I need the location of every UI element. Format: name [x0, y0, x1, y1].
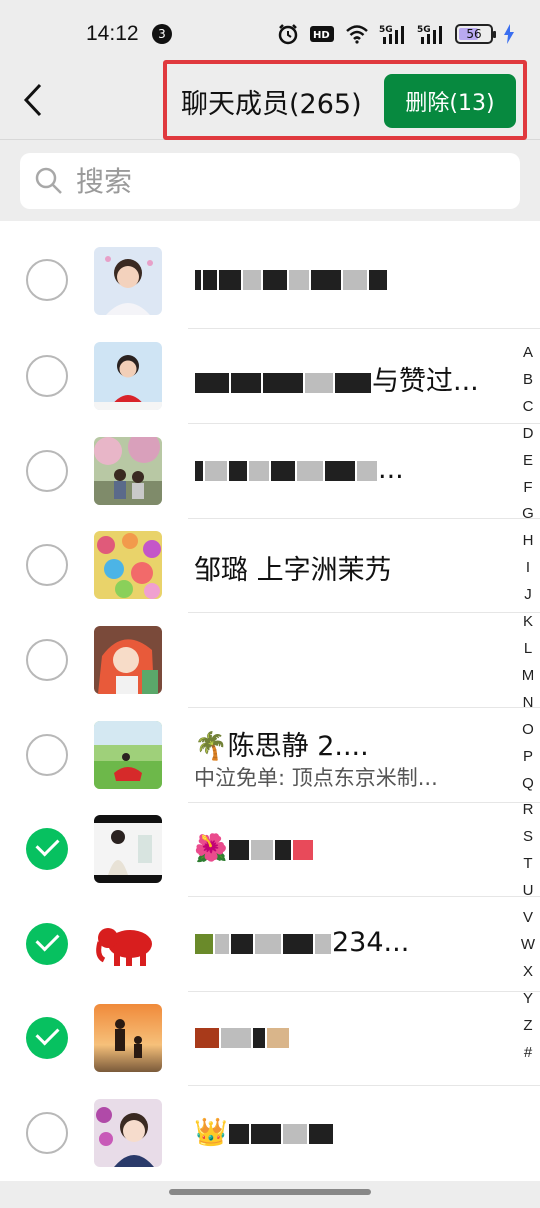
index-letter[interactable]: V — [523, 905, 533, 932]
select-checkbox[interactable] — [26, 544, 68, 586]
member-name: 与赞过... — [194, 359, 504, 398]
member-name: ... — [194, 454, 504, 485]
crown-emoji: 👑 — [194, 1117, 228, 1148]
member-name: 🌴陈思静 2.... — [194, 731, 369, 762]
svg-text:5G: 5G — [379, 25, 393, 35]
back-button[interactable] — [20, 82, 50, 118]
svg-text:HD: HD — [313, 30, 330, 41]
member-name: 邹璐 上字洲茉艿 — [194, 555, 392, 586]
avatar — [94, 815, 162, 883]
wifi-icon — [346, 25, 368, 44]
status-bar: 14:12 3 HD 5G 5G 56 — [0, 0, 540, 60]
member-name: 👑 — [194, 1116, 504, 1148]
member-name — [194, 263, 504, 294]
avatar — [94, 437, 162, 505]
index-letter[interactable]: C — [523, 394, 534, 421]
battery-icon: 56 — [455, 24, 496, 44]
index-letter[interactable]: S — [523, 824, 533, 851]
index-letter[interactable]: B — [523, 367, 533, 394]
navigation-bar — [0, 1181, 540, 1208]
select-checkbox[interactable] — [26, 639, 68, 681]
index-letter[interactable]: M — [522, 663, 535, 690]
index-letter[interactable]: I — [526, 555, 530, 582]
select-checkbox[interactable] — [26, 1112, 68, 1154]
palm-emoji: 🌴 — [194, 731, 228, 762]
member-list: 与赞过... ... 邹璐 上字洲茉艿 🌴陈思静 2.... 中泣免单: 顶点东… — [0, 221, 540, 1181]
member-subtitle: 中泣免单: 顶点东京米制... — [194, 766, 438, 790]
select-checkbox-checked[interactable] — [26, 828, 68, 870]
select-checkbox-checked[interactable] — [26, 1017, 68, 1059]
member-name: 🌺 — [194, 832, 504, 864]
avatar — [94, 721, 162, 789]
title-highlight-box: 聊天成员(265) 删除(13) — [163, 60, 527, 140]
avatar — [94, 1099, 162, 1167]
search-icon — [35, 167, 62, 194]
select-checkbox[interactable] — [26, 259, 68, 301]
avatar — [94, 531, 162, 599]
notification-badge: 3 — [152, 24, 172, 44]
avatar — [94, 1004, 162, 1072]
member-row[interactable]: 🌺 — [0, 802, 540, 897]
alarm-icon — [278, 24, 298, 45]
avatar — [94, 247, 162, 315]
index-letter[interactable]: G — [522, 501, 534, 528]
index-letter[interactable]: # — [524, 1040, 532, 1067]
member-row[interactable]: ... — [0, 424, 540, 519]
signal-5g-icon-2: 5G — [417, 25, 442, 44]
index-letter[interactable]: W — [521, 932, 535, 959]
index-letter[interactable]: J — [524, 582, 532, 609]
avatar — [94, 910, 162, 978]
select-checkbox[interactable] — [26, 450, 68, 492]
page-title: 聊天成员(265) — [181, 89, 362, 120]
select-checkbox-checked[interactable] — [26, 923, 68, 965]
index-letter[interactable]: K — [523, 609, 533, 636]
member-row[interactable]: 🌴陈思静 2.... 中泣免单: 顶点东京米制... — [0, 708, 540, 803]
index-letter[interactable]: L — [524, 636, 532, 663]
member-row[interactable]: 与赞过... — [0, 329, 540, 424]
member-name — [194, 1021, 504, 1052]
index-letter[interactable]: H — [523, 528, 534, 555]
member-row[interactable]: 👑 — [0, 1086, 540, 1181]
select-checkbox[interactable] — [26, 355, 68, 397]
member-name: 234... — [194, 927, 504, 958]
charging-icon — [504, 24, 514, 44]
delete-button[interactable]: 删除(13) — [384, 74, 516, 128]
index-letter[interactable]: A — [523, 340, 533, 367]
search-input[interactable] — [76, 164, 476, 198]
hd-icon: HD — [310, 26, 334, 42]
index-letter[interactable]: T — [523, 851, 532, 878]
search-box[interactable] — [20, 153, 520, 209]
avatar — [94, 626, 162, 694]
signal-5g-icon: 5G — [379, 25, 404, 44]
status-time: 14:12 — [86, 22, 139, 45]
chevron-left-icon — [23, 83, 42, 117]
member-row[interactable] — [0, 991, 540, 1086]
alphabet-index[interactable]: A B C D E F G H I J K L M N O P Q R S T … — [515, 340, 540, 1066]
index-letter[interactable]: F — [523, 475, 532, 502]
member-row[interactable] — [0, 221, 540, 329]
index-letter[interactable]: U — [523, 878, 534, 905]
status-icons: HD 5G 5G 56 — [277, 22, 515, 46]
index-letter[interactable]: Y — [523, 986, 533, 1013]
battery-level: 56 — [466, 27, 482, 41]
avatar — [94, 342, 162, 410]
index-letter[interactable]: R — [523, 797, 534, 824]
member-row[interactable]: 邹璐 上字洲茉艿 — [0, 518, 540, 613]
index-letter[interactable]: Q — [522, 771, 534, 798]
index-letter[interactable]: P — [523, 744, 533, 771]
index-letter[interactable]: N — [523, 690, 534, 717]
member-row[interactable]: 234... — [0, 897, 540, 992]
search-bar — [0, 141, 540, 221]
index-letter[interactable]: D — [523, 421, 534, 448]
index-letter[interactable]: O — [522, 717, 534, 744]
select-checkbox[interactable] — [26, 734, 68, 776]
index-letter[interactable]: E — [523, 448, 533, 475]
index-letter[interactable]: X — [523, 959, 533, 986]
flower-emoji: 🌺 — [194, 833, 228, 864]
svg-text:5G: 5G — [417, 25, 431, 35]
index-letter[interactable]: Z — [523, 1013, 532, 1040]
home-indicator[interactable] — [169, 1189, 371, 1195]
header: 聊天成员(265) 删除(13) — [0, 60, 540, 140]
member-row[interactable] — [0, 613, 540, 708]
